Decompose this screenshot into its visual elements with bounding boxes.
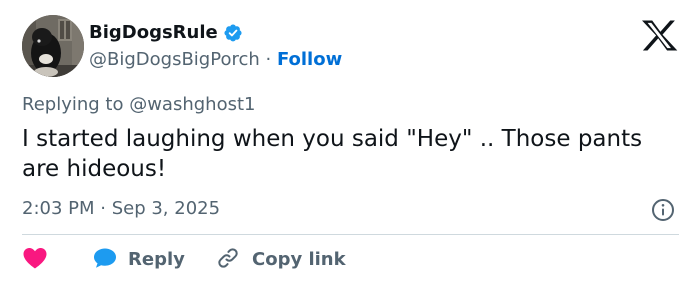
- tweet-timestamp[interactable]: 2:03 PM · Sep 3, 2025: [22, 197, 220, 221]
- avatar-image: [22, 15, 84, 77]
- replying-to-line: Replying to @washghost1: [22, 93, 255, 117]
- divider: [22, 234, 679, 235]
- replying-to-label: Replying to: [22, 94, 130, 115]
- author-handle-row: @BigDogsBigPorch · Follow: [89, 48, 342, 72]
- x-logo-icon[interactable]: [641, 20, 678, 51]
- like-button[interactable]: [22, 246, 92, 274]
- follow-button[interactable]: Follow: [277, 49, 342, 70]
- speech-bubble-icon: [92, 246, 118, 274]
- info-icon[interactable]: [651, 198, 675, 222]
- tweet-card: BigDogsRule @BigDogsBigPorch · Follow Re…: [0, 0, 700, 287]
- handle-separator: ·: [259, 49, 277, 70]
- copy-link-label: Copy link: [252, 249, 346, 270]
- display-name-text[interactable]: BigDogsRule: [89, 21, 218, 45]
- verified-badge-icon: [223, 23, 243, 43]
- author-handle[interactable]: @BigDogsBigPorch: [89, 49, 260, 70]
- heart-icon: [22, 246, 48, 274]
- avatar[interactable]: [22, 15, 84, 77]
- replying-to-handle[interactable]: @washghost1: [129, 94, 255, 115]
- action-bar: Reply Copy link: [22, 247, 346, 273]
- link-icon: [216, 246, 240, 274]
- reply-button[interactable]: Reply: [92, 246, 216, 274]
- copy-link-button[interactable]: Copy link: [216, 246, 346, 274]
- reply-label: Reply: [128, 249, 185, 270]
- author-display-name[interactable]: BigDogsRule: [89, 21, 243, 45]
- tweet-text: I started laughing when you said "Hey" .…: [22, 126, 643, 182]
